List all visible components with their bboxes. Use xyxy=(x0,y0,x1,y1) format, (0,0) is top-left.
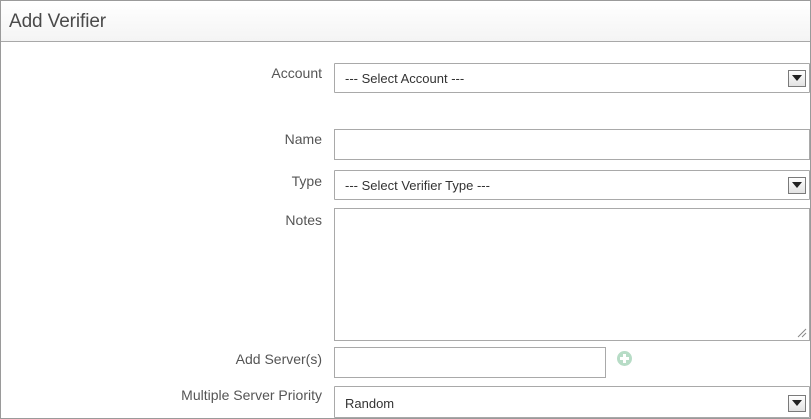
notes-textarea-wrapper xyxy=(334,208,810,341)
notes-label: Notes xyxy=(285,212,322,228)
plus-icon[interactable] xyxy=(617,351,632,366)
account-select[interactable]: --- Select Account --- xyxy=(334,63,810,93)
server-priority-label: Multiple Server Priority xyxy=(181,387,322,403)
add-servers-input[interactable] xyxy=(334,347,606,378)
type-label: Type xyxy=(291,173,322,189)
add-servers-label: Add Server(s) xyxy=(235,351,322,367)
server-priority-select[interactable]: Random xyxy=(334,386,810,418)
server-priority-select-value: Random xyxy=(345,396,395,411)
chevron-down-icon[interactable] xyxy=(788,395,806,412)
panel-title: Add Verifier xyxy=(9,11,107,32)
notes-textarea[interactable] xyxy=(335,209,809,340)
name-label: Name xyxy=(284,131,322,147)
resize-grip-icon[interactable] xyxy=(797,328,807,338)
type-select[interactable]: --- Select Verifier Type --- xyxy=(334,170,810,200)
panel-header: Add Verifier xyxy=(1,1,810,42)
chevron-down-icon[interactable] xyxy=(788,177,806,194)
add-verifier-panel: Add Verifier Account --- Select Account … xyxy=(0,0,811,419)
account-select-value: --- Select Account --- xyxy=(345,71,465,86)
type-select-value: --- Select Verifier Type --- xyxy=(345,178,490,193)
name-input[interactable] xyxy=(334,129,810,160)
chevron-down-icon[interactable] xyxy=(788,70,806,87)
account-label: Account xyxy=(271,65,322,81)
